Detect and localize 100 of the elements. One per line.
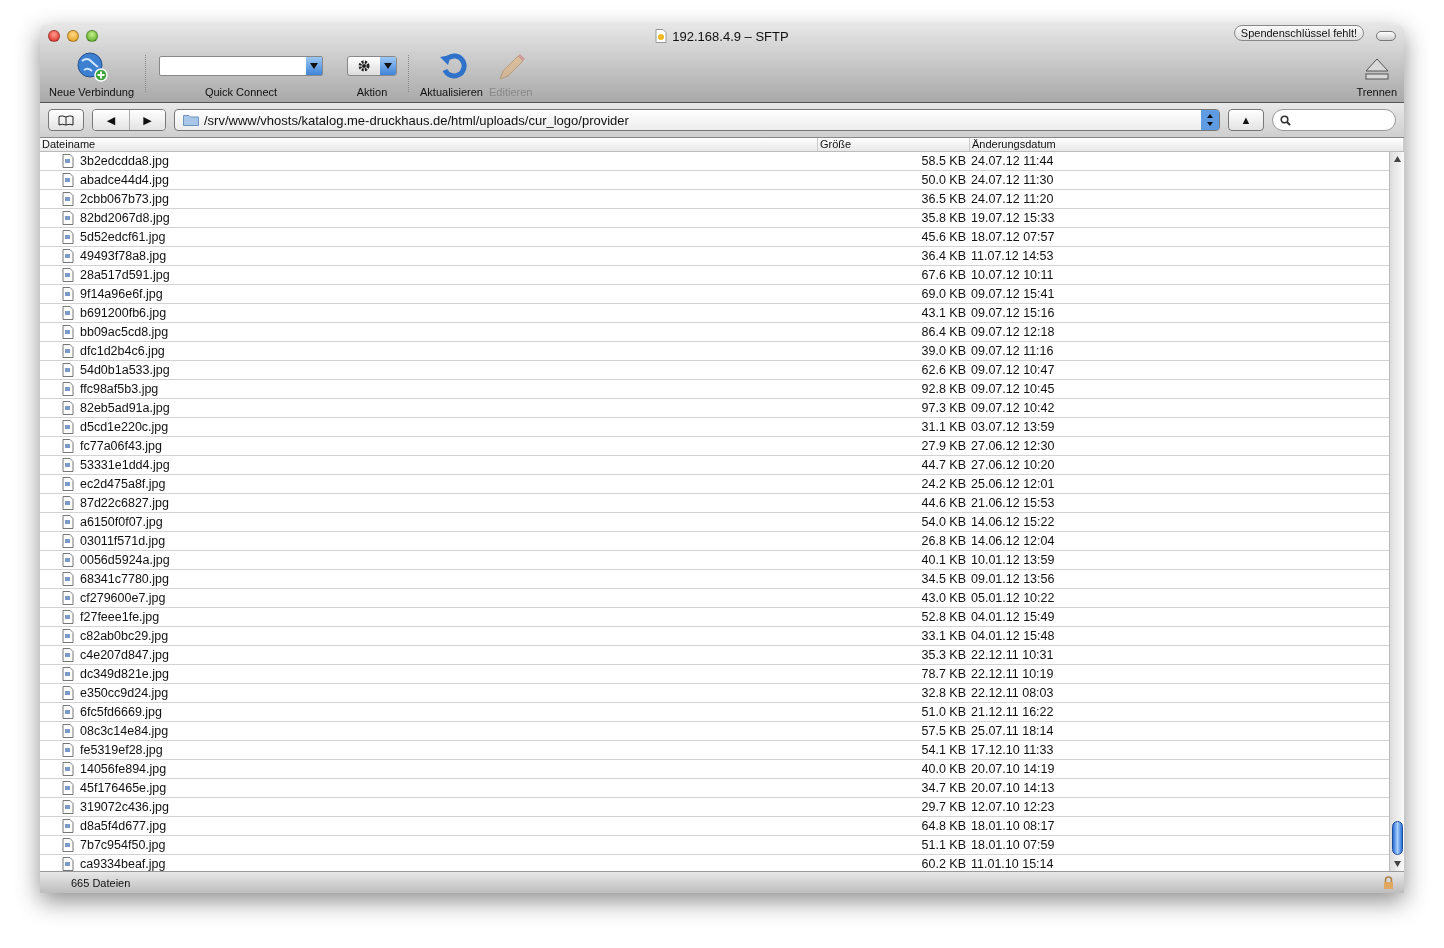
lock-icon	[1383, 876, 1394, 889]
column-header[interactable]: Änderungsdatum	[970, 138, 1404, 151]
modified-date: 24.07.12 11:20	[970, 192, 1055, 206]
modified-date: 20.07.10 14:13	[970, 781, 1056, 795]
file-name: 68341c7780.jpg	[80, 572, 169, 586]
image-file-icon	[62, 306, 74, 320]
file-name: 82eb5ad91a.jpg	[80, 401, 170, 415]
modified-date: 04.01.12 15:49	[970, 610, 1056, 624]
gear-icon	[358, 60, 370, 72]
file-name: 5d52edcf61.jpg	[80, 230, 166, 244]
file-size: 92.8 KB	[920, 382, 967, 396]
modified-date: 27.06.12 12:30	[970, 439, 1056, 453]
image-file-icon	[62, 857, 74, 871]
search-field[interactable]	[1272, 109, 1396, 131]
modified-date: 09.07.12 10:47	[970, 363, 1056, 377]
globe-plus-icon	[75, 52, 108, 82]
donation-key-button[interactable]: Spendenschlüssel fehlt!	[1233, 25, 1364, 41]
modified-date: 11.01.10 15:14	[970, 857, 1055, 871]
modified-date: 25.06.12 12:01	[970, 477, 1056, 491]
image-file-icon	[62, 591, 74, 605]
file-name: a6150f0f07.jpg	[80, 515, 163, 529]
image-file-icon	[62, 325, 74, 339]
parent-folder-button[interactable]: ▲	[1228, 109, 1264, 131]
image-file-icon	[62, 534, 74, 548]
file-size: 54.0 KB	[920, 515, 967, 529]
file-name: d8a5f4d677.jpg	[80, 819, 167, 833]
scroll-thumb[interactable]	[1391, 821, 1403, 855]
modified-date: 14.06.12 15:22	[970, 515, 1056, 529]
modified-date: 22.12.11 10:19	[970, 667, 1055, 681]
document-icon	[655, 29, 668, 43]
file-name: 03011f571d.jpg	[80, 534, 166, 548]
file-name: bb09ac5cd8.jpg	[80, 325, 169, 339]
modified-date: 12.07.10 12:23	[970, 800, 1056, 814]
toolbar-toggle-button[interactable]	[1376, 31, 1396, 41]
file-name: 49493f78a8.jpg	[80, 249, 167, 263]
quick-connect-field[interactable]	[159, 56, 323, 76]
modified-date: 09.07.12 10:42	[970, 401, 1056, 415]
minimize-button[interactable]	[67, 30, 79, 42]
modified-date: 21.12.11 16:22	[970, 705, 1055, 719]
forward-button[interactable]: ▶	[129, 110, 165, 130]
file-size: 35.3 KB	[920, 648, 967, 662]
toolbar-button[interactable]: Trennen	[1353, 47, 1400, 102]
path-field[interactable]: /srv/www/vhosts/katalog.me-druckhaus.de/html/uploads/cur_logo/provider	[174, 109, 1220, 131]
modified-date: 24.07.12 11:30	[970, 173, 1055, 187]
image-file-icon	[62, 363, 74, 377]
file-size: 36.4 KB	[920, 249, 967, 263]
file-size: 64.8 KB	[920, 819, 967, 833]
file-size: 69.0 KB	[920, 287, 967, 301]
scroll-up-icon[interactable]	[1393, 156, 1401, 162]
modified-date: 10.07.12 10:11	[970, 268, 1055, 282]
toolbar-button[interactable]: Neue Verbindung	[46, 47, 137, 102]
bookmarks-button[interactable]	[48, 109, 84, 131]
file-name: f27feee1fe.jpg	[80, 610, 160, 624]
file-size: 32.8 KB	[920, 686, 967, 700]
modified-date: 09.07.12 10:45	[970, 382, 1056, 396]
file-name: fc77a06f43.jpg	[80, 439, 162, 453]
image-file-icon	[62, 515, 74, 529]
modified-date: 18.01.10 08:17	[970, 819, 1056, 833]
file-size: 58.5 KB	[920, 154, 967, 168]
file-name: 87d22c6827.jpg	[80, 496, 169, 510]
column-header[interactable]: Dateiname	[40, 138, 818, 151]
file-size: 36.5 KB	[920, 192, 967, 206]
file-size: 62.6 KB	[920, 363, 967, 377]
modified-date: 17.12.10 11:33	[970, 743, 1055, 757]
file-size: 26.8 KB	[920, 534, 967, 548]
modified-date: 09.07.12 15:16	[970, 306, 1056, 320]
image-file-icon	[62, 287, 74, 301]
file-name: 14056fe894.jpg	[80, 762, 167, 776]
file-size: 67.6 KB	[920, 268, 967, 282]
zoom-button[interactable]	[86, 30, 98, 42]
modified-date: 27.06.12 10:20	[970, 458, 1056, 472]
file-size: 50.0 KB	[920, 173, 967, 187]
column-header[interactable]: Größe	[818, 138, 970, 151]
stepper-icon[interactable]	[1201, 110, 1219, 130]
scrollbar[interactable]	[1389, 152, 1404, 871]
scroll-down-icon[interactable]	[1393, 861, 1401, 867]
quick-connect-label: Quick Connect	[204, 86, 278, 98]
file-size: 29.7 KB	[920, 800, 967, 814]
modified-date: 05.01.12 10:22	[970, 591, 1056, 605]
file-name: 54d0b1a533.jpg	[80, 363, 170, 377]
file-size: 35.8 KB	[920, 211, 967, 225]
image-file-icon	[62, 667, 74, 681]
file-name: ec2d475a8f.jpg	[80, 477, 166, 491]
file-name: dc349d821e.jpg	[80, 667, 169, 681]
toolbar-button[interactable]: Aktualisieren	[417, 47, 486, 102]
file-name: c4e207d847.jpg	[80, 648, 169, 662]
image-file-icon	[62, 686, 74, 700]
image-file-icon	[62, 743, 74, 757]
file-name: cf279600e7.jpg	[80, 591, 166, 605]
file-name: b691200fb6.jpg	[80, 306, 167, 320]
image-file-icon	[62, 553, 74, 567]
file-size: 51.0 KB	[920, 705, 967, 719]
image-file-icon	[62, 477, 74, 491]
modified-date: 19.07.12 15:33	[970, 211, 1056, 225]
file-size: 54.1 KB	[920, 743, 967, 757]
modified-date: 09.07.12 12:18	[970, 325, 1056, 339]
close-button[interactable]	[48, 30, 60, 42]
action-menu-button[interactable]	[347, 56, 397, 76]
back-button[interactable]: ◀	[93, 110, 129, 130]
image-file-icon	[62, 800, 74, 814]
